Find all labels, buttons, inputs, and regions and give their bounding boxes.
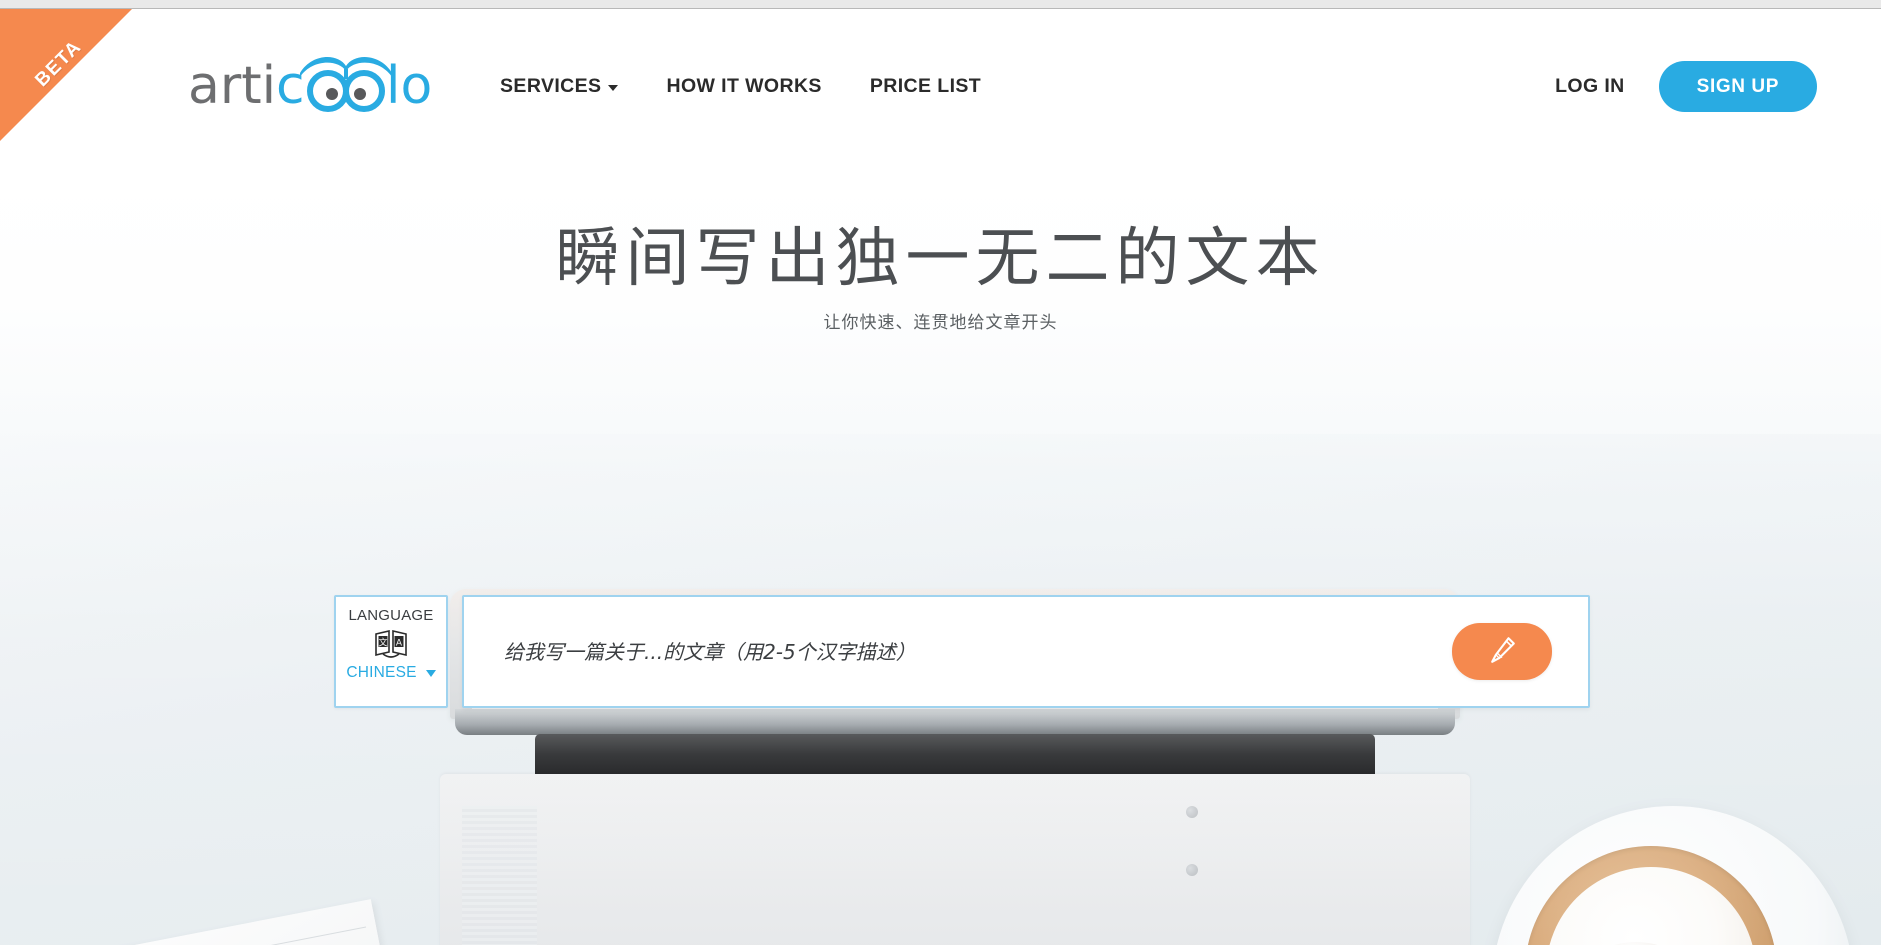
svg-text:文: 文	[378, 637, 387, 649]
language-selector-value-row: CHINESE	[346, 664, 436, 682]
nav-item-how-it-works-label: HOW IT WORKS	[666, 75, 822, 97]
svg-text:lo: lo	[386, 56, 432, 115]
svg-text:arti: arti	[188, 56, 276, 115]
laptop-base-texture	[462, 806, 537, 945]
language-selector-label: LANGUAGE	[348, 607, 434, 624]
nav-item-services-label: SERVICES	[500, 75, 602, 97]
nav-item-services[interactable]: SERVICES	[500, 75, 619, 98]
laptop-dot-right	[1186, 864, 1198, 876]
laptop-hinge	[535, 734, 1375, 779]
language-selector[interactable]: LANGUAGE 文 A CHINESE	[334, 595, 448, 708]
site-header: BETA arti c lo SERVICES HOW IT WORKS PRI…	[0, 9, 1881, 141]
chevron-down-icon	[608, 85, 619, 91]
nav-item-how-it-works[interactable]: HOW IT WORKS	[666, 75, 821, 98]
generate-button[interactable]	[1452, 623, 1552, 680]
nav-item-price-list-label: PRICE LIST	[869, 75, 982, 97]
signup-button[interactable]: SIGN UP	[1658, 61, 1817, 112]
language-selector-value: CHINESE	[346, 664, 417, 681]
hero-copy: 瞬间写出独一无二的文本 让你快速、连贯地给文章开头	[0, 134, 1881, 333]
chevron-down-icon	[425, 669, 436, 677]
page-title: 瞬间写出独一无二的文本	[555, 222, 1326, 296]
nav-item-price-list[interactable]: PRICE LIST	[870, 75, 981, 98]
laptop-base	[440, 774, 1470, 945]
beta-ribbon-shape	[0, 9, 132, 141]
svg-text:A: A	[396, 638, 403, 648]
pencil-icon	[1487, 635, 1517, 668]
login-link[interactable]: LOG IN	[1555, 75, 1625, 98]
page-root: BETA arti c lo SERVICES HOW IT WORKS PRI…	[0, 9, 1881, 945]
laptop-dot-left	[1186, 806, 1198, 818]
topic-input[interactable]	[504, 639, 1452, 664]
main-nav: SERVICES HOW IT WORKS PRICE LIST	[500, 75, 981, 98]
translate-icon: 文 A	[374, 629, 408, 660]
page-subtitle: 让你快速、连贯地给文章开头	[823, 312, 1058, 333]
beta-ribbon-label: BETA	[31, 36, 86, 91]
auth-actions: LOG IN SIGN UP	[1555, 61, 1817, 112]
hero-section: esc F1 F2 F3 F4 F5 F6 F7 F8 F9 F10 F11 F…	[0, 134, 1881, 945]
site-logo[interactable]: arti c lo	[188, 53, 468, 115]
topic-input-container	[462, 595, 1590, 708]
article-generator-widget: LANGUAGE 文 A CHINESE 给我写一篇关于...的文章（用2-5个…	[334, 595, 1590, 719]
browser-top-strip	[0, 0, 1881, 9]
beta-ribbon: BETA	[0, 9, 132, 141]
svg-text:c: c	[276, 56, 305, 115]
